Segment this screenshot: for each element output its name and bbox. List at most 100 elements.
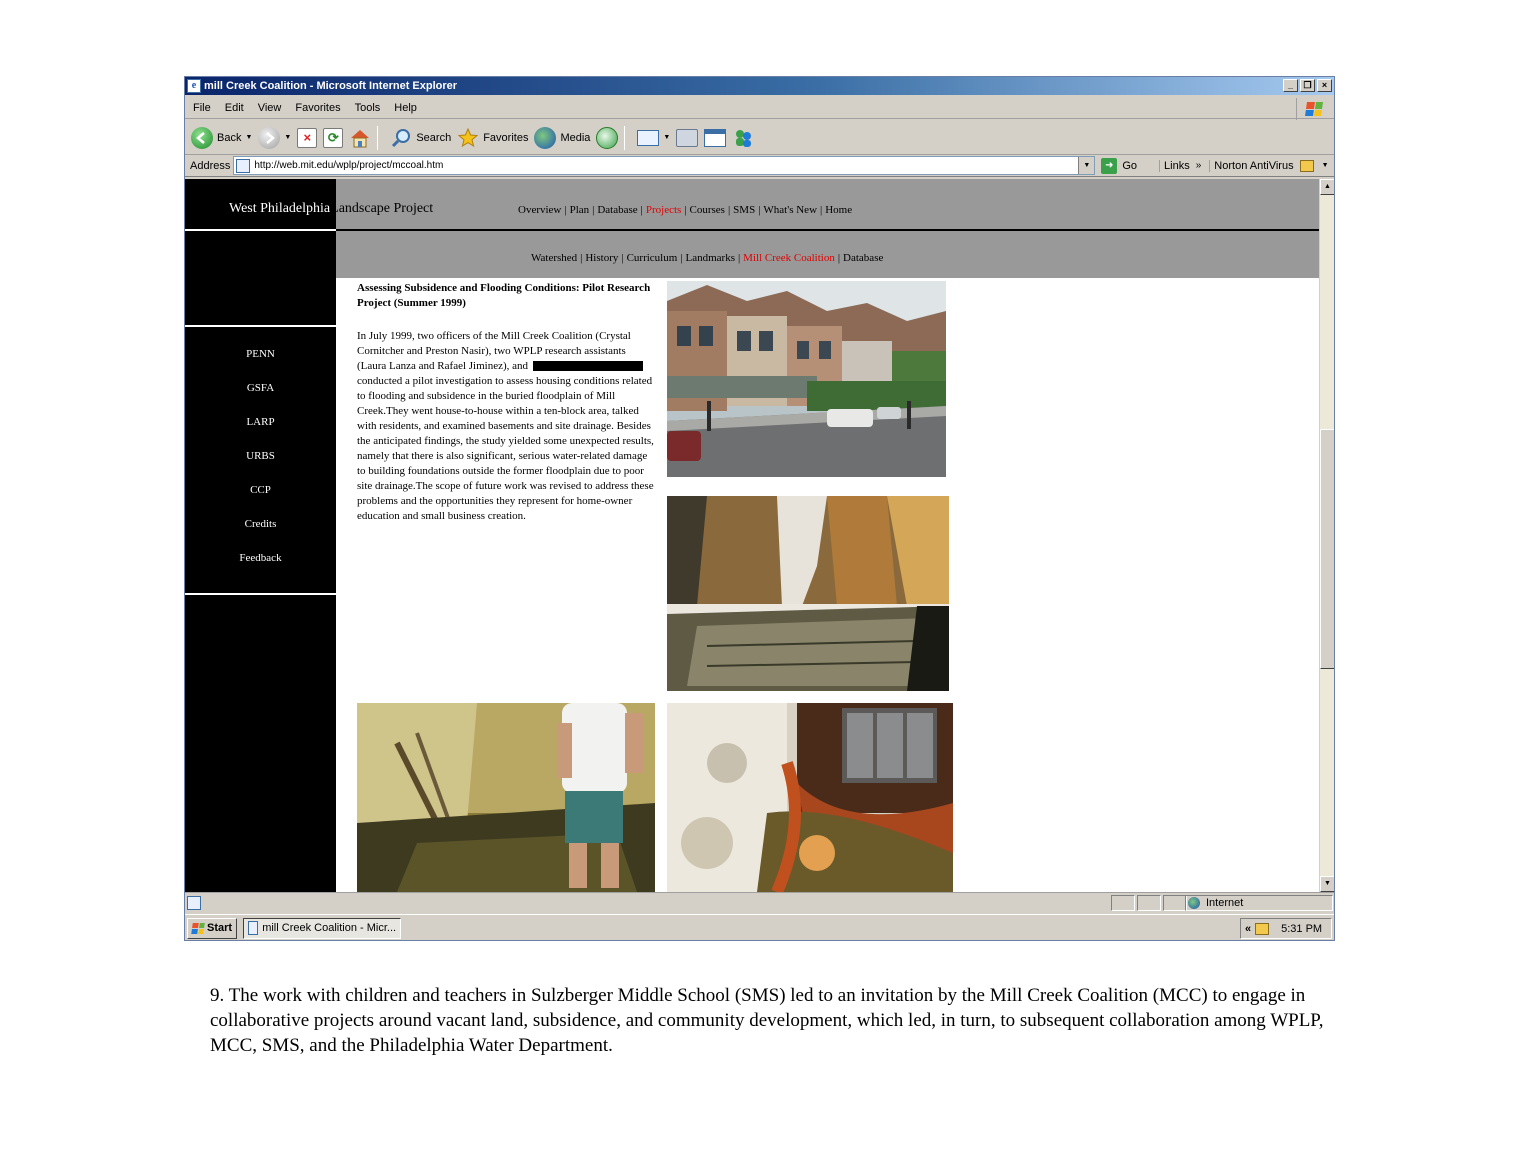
scrollbar-thumb[interactable] — [1320, 429, 1334, 669]
start-label: Start — [207, 922, 233, 934]
top-nav-link[interactable]: Plan — [570, 204, 590, 216]
window-title: mill Creek Coalition - Microsoft Interne… — [204, 80, 458, 92]
clock: 5:31 PM — [1281, 922, 1323, 935]
mail-dropdown-icon[interactable]: ▼ — [663, 134, 670, 141]
stop-button[interactable]: × — [297, 127, 318, 148]
nav-separator: | — [684, 204, 687, 216]
window-controls: _ ❐ × — [1283, 79, 1332, 92]
close-button[interactable]: × — [1317, 79, 1332, 92]
media-button[interactable]: Media — [534, 126, 590, 149]
forward-button[interactable]: ▼ — [258, 126, 291, 149]
norton-antivirus-label[interactable]: Norton AntiVirus — [1209, 159, 1294, 172]
top-nav-link[interactable]: Home — [825, 204, 852, 216]
sidebar-link-credits[interactable]: Credits — [185, 518, 336, 530]
sub-nav-link[interactable]: Curriculum — [627, 252, 678, 264]
home-button[interactable] — [349, 128, 371, 148]
norton-dropdown-icon[interactable]: ▼ — [1322, 162, 1329, 169]
standard-toolbar: Back ▼ ▼ × ⟳ Search Favorites Media ▼ — [185, 121, 1334, 155]
menu-help[interactable]: Help — [394, 102, 417, 114]
windows-flag-icon — [191, 922, 205, 934]
sub-nav-link[interactable]: Database — [843, 252, 883, 264]
status-panel — [1111, 895, 1135, 911]
vertical-scrollbar[interactable]: ▲ ▼ — [1319, 179, 1334, 892]
sub-nav-link[interactable]: Landmarks — [685, 252, 734, 264]
norton-icon[interactable] — [1299, 159, 1314, 172]
sub-nav-link[interactable]: History — [585, 252, 618, 264]
refresh-button[interactable]: ⟳ — [323, 127, 344, 148]
go-label: Go — [1122, 159, 1138, 172]
sidebar-link-larp[interactable]: LARP — [185, 416, 336, 428]
address-label: Address — [190, 159, 231, 172]
top-navigation: Overview | Plan | Database | Projects | Courses |… — [518, 204, 852, 216]
nav-separator: | — [758, 204, 761, 216]
redaction-bar — [532, 361, 643, 372]
top-nav-link[interactable]: Overview — [518, 204, 561, 216]
history-icon — [596, 126, 619, 149]
sidebar-link-penn[interactable]: PENN — [185, 348, 336, 360]
address-url[interactable]: http://web.mit.edu/wplp/project/mccoal.h… — [254, 160, 443, 171]
sub-nav-link[interactable]: Watershed — [531, 252, 577, 264]
sidebar-link-feedback[interactable]: Feedback — [185, 552, 336, 564]
sidebar-link-urbs[interactable]: URBS — [185, 450, 336, 462]
edit-button[interactable] — [704, 128, 727, 147]
sidebar-link-ccp[interactable]: CCP — [185, 484, 336, 496]
scroll-down-icon[interactable]: ▼ — [1320, 876, 1334, 892]
menu-favorites[interactable]: Favorites — [295, 102, 340, 114]
nav-separator: | — [837, 252, 841, 264]
nav-separator: | — [737, 252, 741, 264]
minimize-button[interactable]: _ — [1283, 79, 1298, 92]
address-input[interactable]: http://web.mit.edu/wplp/project/mccoal.h… — [233, 156, 1096, 175]
top-nav-link[interactable]: Database — [597, 204, 637, 216]
nav-separator: | — [727, 204, 731, 216]
restore-button[interactable]: ❐ — [1300, 79, 1315, 92]
messenger-icon — [732, 128, 754, 148]
favorites-button[interactable]: Favorites — [457, 127, 528, 149]
search-icon — [390, 127, 412, 149]
menu-edit[interactable]: Edit — [225, 102, 244, 114]
back-button[interactable]: Back ▼ — [191, 126, 252, 149]
links-chevron-icon[interactable]: » — [1196, 160, 1202, 171]
nav-separator: | — [564, 204, 567, 216]
messenger-button[interactable] — [732, 128, 754, 148]
mail-icon — [637, 129, 660, 146]
top-nav-link[interactable]: Projects — [646, 204, 681, 216]
taskbar-item-browser[interactable]: mill Creek Coalition - Micr... — [243, 917, 402, 939]
back-dropdown-icon[interactable]: ▼ — [245, 134, 252, 141]
nav-separator: | — [592, 204, 595, 216]
network-icon[interactable] — [1255, 922, 1270, 935]
windows-logo — [1296, 98, 1330, 120]
top-nav-link[interactable]: What's New — [763, 204, 817, 216]
menu-file[interactable]: File — [193, 102, 211, 114]
title-bar: e mill Creek Coalition - Microsoft Inter… — [185, 77, 1334, 95]
stop-icon: × — [297, 127, 318, 148]
history-button[interactable] — [596, 126, 619, 149]
links-label[interactable]: Links — [1159, 159, 1190, 172]
scroll-up-icon[interactable]: ▲ — [1320, 179, 1334, 195]
sidebar-link-gsfa[interactable]: GSFA — [185, 382, 336, 394]
toolbar-separator — [624, 125, 626, 150]
go-button[interactable]: ➜ Go — [1101, 157, 1138, 174]
site-header: West PhiladelphiaLandscape Project Overv… — [185, 179, 1319, 229]
start-button[interactable]: Start — [187, 917, 238, 939]
tray-expand-icon[interactable]: « — [1245, 923, 1251, 935]
menu-view[interactable]: View — [258, 102, 282, 114]
go-arrow-icon: ➜ — [1101, 157, 1118, 174]
search-button[interactable]: Search — [390, 127, 451, 149]
photo-basement-resident — [357, 703, 655, 892]
print-button[interactable] — [676, 128, 699, 147]
forward-dropdown-icon[interactable]: ▼ — [284, 134, 291, 141]
article-body: In July 1999, two officers of the Mill C… — [357, 329, 657, 524]
address-dropdown-icon[interactable]: ▼ — [1078, 157, 1095, 174]
back-arrow-icon — [191, 126, 213, 149]
page-status-icon — [187, 895, 201, 910]
toolbar-separator — [377, 125, 379, 150]
article-body-text: conducted a pilot investigation to asses… — [357, 375, 654, 522]
top-nav-link[interactable]: SMS — [733, 204, 755, 216]
menu-tools[interactable]: Tools — [355, 102, 381, 114]
star-icon — [457, 127, 479, 149]
sub-nav-link[interactable]: Mill Creek Coalition — [743, 252, 835, 264]
site-title: West PhiladelphiaLandscape Project — [229, 201, 433, 217]
mail-button[interactable]: ▼ — [637, 129, 670, 146]
nav-separator: | — [580, 252, 583, 264]
top-nav-link[interactable]: Courses — [690, 204, 725, 216]
